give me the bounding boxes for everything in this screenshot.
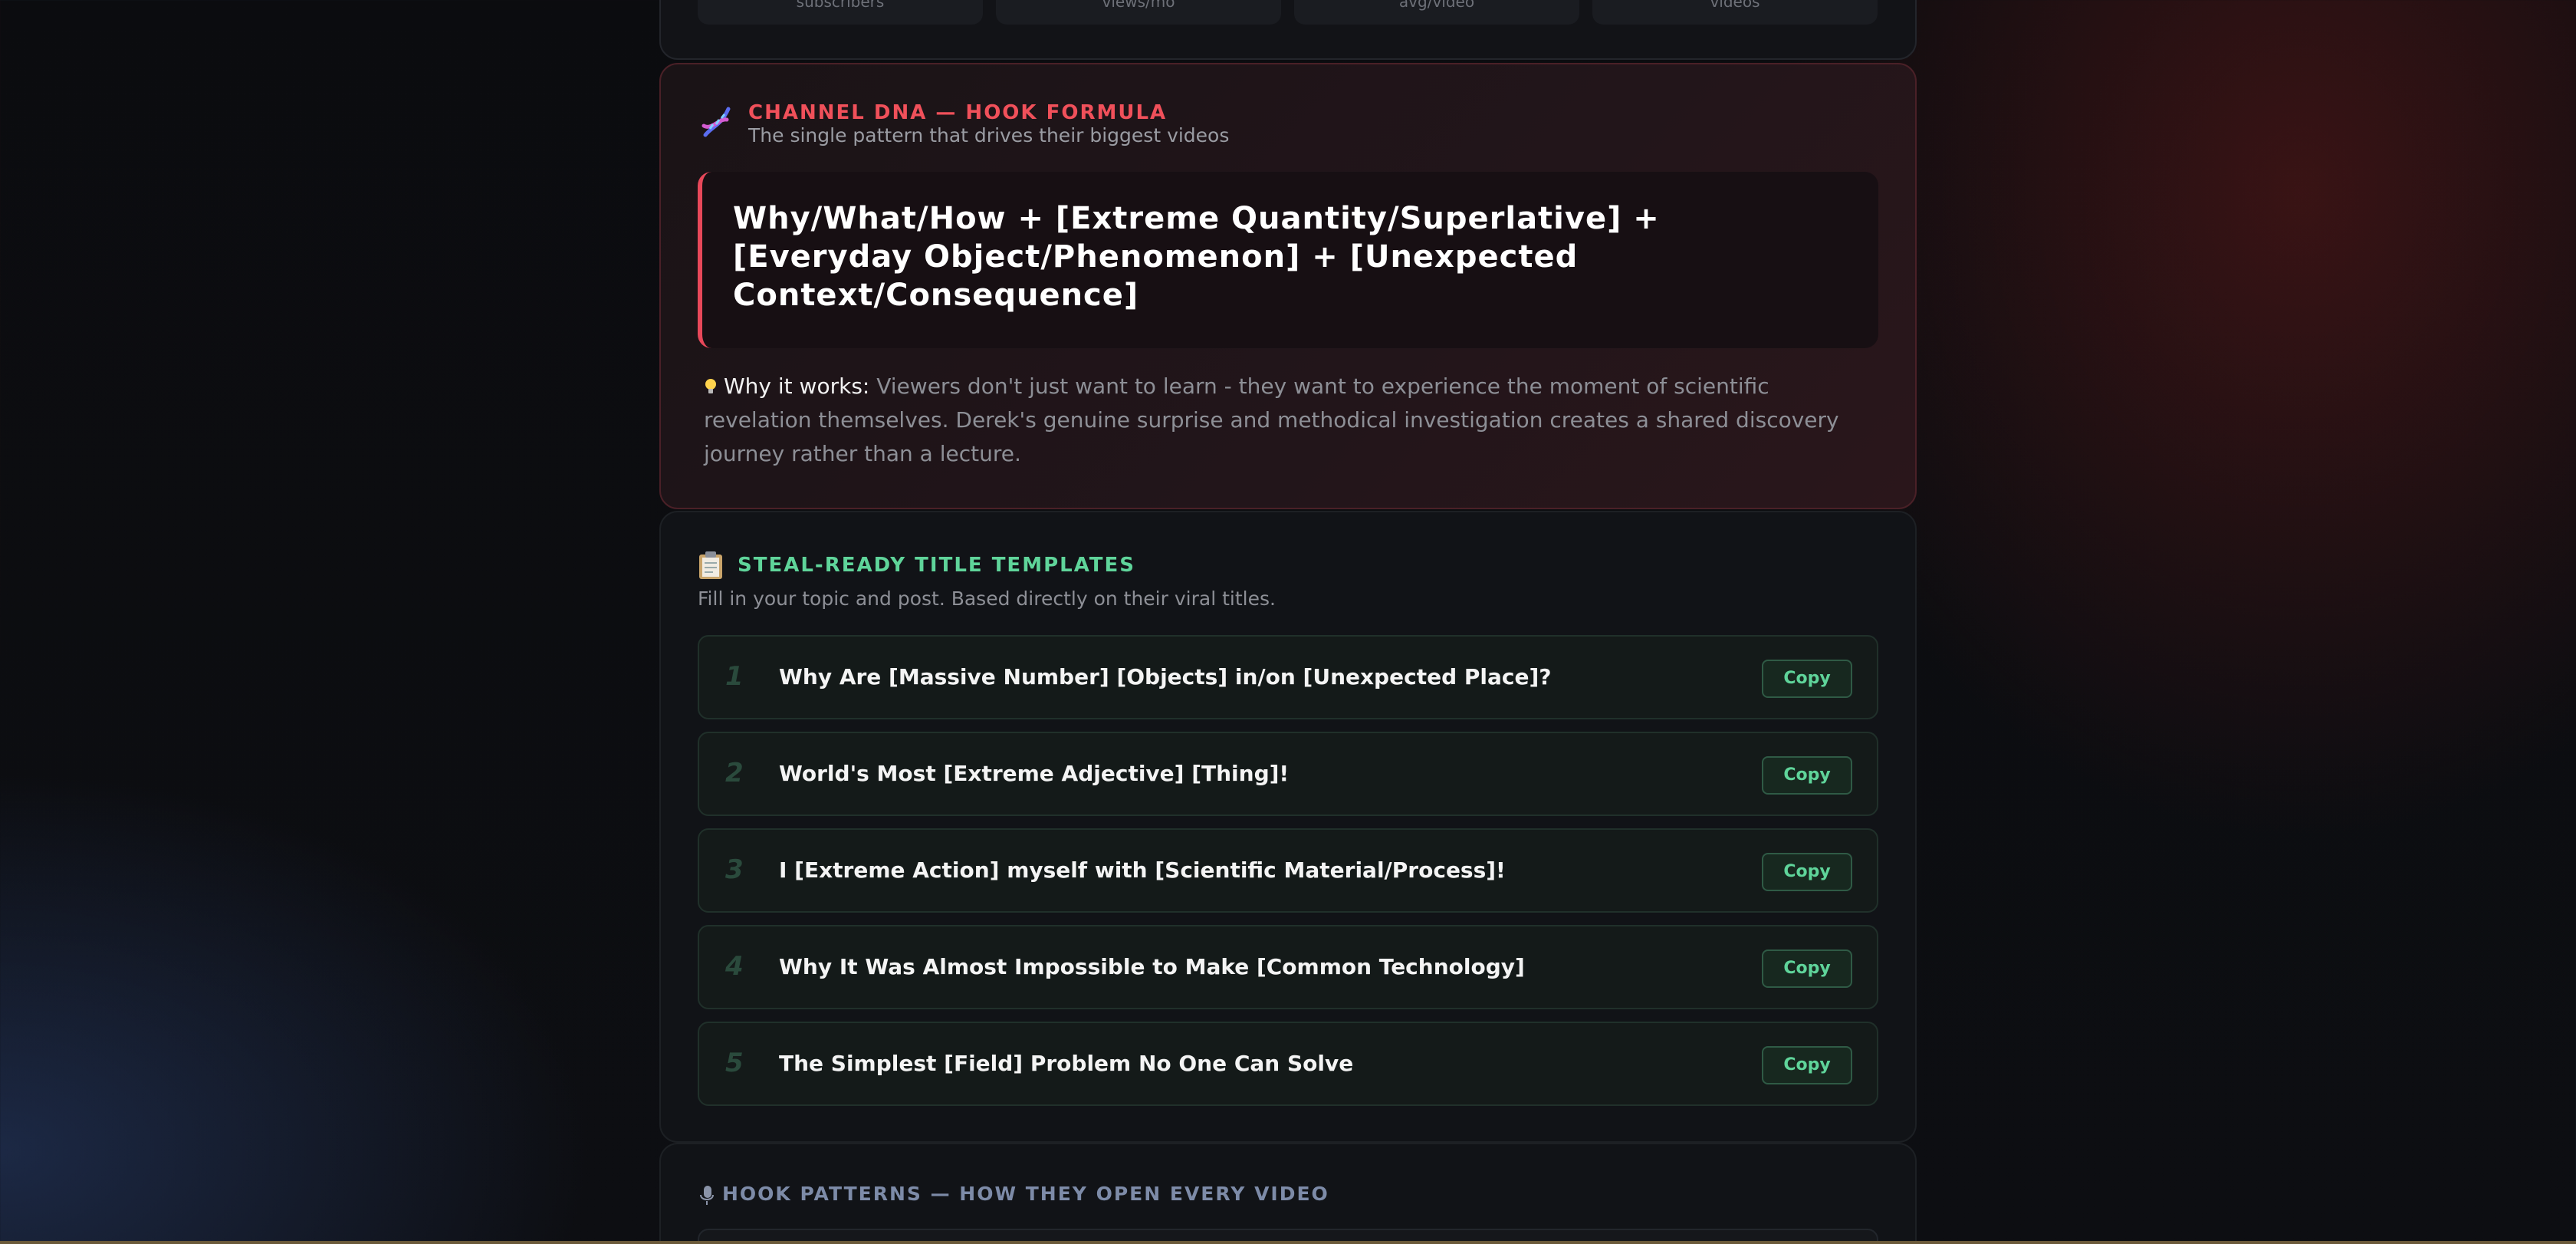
copy-button[interactable]: Copy	[1762, 949, 1852, 988]
stat-tile-subscribers: subscribers	[698, 0, 983, 25]
title-templates-card: STEAL-READY TITLE TEMPLATES Fill in your…	[659, 511, 1917, 1143]
copy-button[interactable]: Copy	[1762, 660, 1852, 698]
microphone-icon	[700, 1186, 714, 1205]
templates-title: STEAL-READY TITLE TEMPLATES	[738, 554, 1136, 577]
copy-button[interactable]: Copy	[1762, 756, 1852, 795]
template-text: World's Most [Extreme Adjective] [Thing]…	[779, 761, 1290, 786]
dna-icon	[702, 107, 731, 137]
dna-title: CHANNEL DNA — HOOK FORMULA	[748, 101, 1168, 124]
template-row: 3 I [Extreme Action] myself with [Scient…	[698, 828, 1878, 913]
template-row: 4 Why It Was Almost Impossible to Make […	[698, 925, 1878, 1009]
template-number: 5	[725, 1048, 744, 1078]
templates-subtitle: Fill in your topic and post. Based direc…	[698, 587, 1276, 610]
hook-formula-box: Why/What/How + [Extreme Quantity/Superla…	[698, 172, 1878, 348]
stat-label: views/mo	[1102, 0, 1175, 11]
why-it-works-text: Viewers don't just want to learn - they …	[704, 374, 1839, 466]
stat-tile-videos: videos	[1592, 0, 1878, 25]
stat-label: videos	[1710, 0, 1760, 11]
template-number: 1	[725, 661, 744, 692]
template-row: 5 The Simplest [Field] Problem No One Ca…	[698, 1022, 1878, 1106]
template-text: Why Are [Massive Number] [Objects] in/on…	[779, 664, 1552, 689]
hook-patterns-title: HOOK PATTERNS — HOW THEY OPEN EVERY VIDE…	[722, 1183, 1329, 1205]
template-text: I [Extreme Action] myself with [Scientif…	[779, 857, 1506, 883]
lightbulb-icon	[705, 379, 716, 393]
stat-tile-views: views/mo	[996, 0, 1281, 25]
channel-dna-card: CHANNEL DNA — HOOK FORMULA The single pa…	[659, 63, 1917, 509]
template-text: Why It Was Almost Impossible to Make [Co…	[779, 954, 1525, 979]
template-row: 1 Why Are [Massive Number] [Objects] in/…	[698, 635, 1878, 719]
template-number: 3	[725, 854, 744, 885]
copy-button[interactable]: Copy	[1762, 853, 1852, 891]
stat-tile-avg: avg/video	[1294, 0, 1579, 25]
stat-label: subscribers	[796, 0, 885, 11]
template-text: The Simplest [Field] Problem No One Can …	[779, 1051, 1354, 1076]
hook-patterns-card: HOOK PATTERNS — HOW THEY OPEN EVERY VIDE…	[659, 1143, 1917, 1244]
clipboard-icon	[699, 551, 722, 579]
window-bottom-edge	[0, 1241, 2576, 1244]
dna-subtitle: The single pattern that drives their big…	[748, 124, 1230, 146]
hook-formula-text: Why/What/How + [Extreme Quantity/Superla…	[733, 201, 1660, 313]
template-row: 2 World's Most [Extreme Adjective] [Thin…	[698, 732, 1878, 816]
copy-button[interactable]: Copy	[1762, 1046, 1852, 1084]
why-it-works: Why it works: Viewers don't just want to…	[704, 370, 1869, 471]
template-number: 2	[725, 758, 744, 788]
stat-label: avg/video	[1398, 0, 1475, 11]
stats-card: subscribers views/mo avg/video videos	[659, 0, 1917, 60]
template-number: 4	[725, 951, 744, 982]
why-it-works-label: Why it works:	[724, 374, 870, 399]
